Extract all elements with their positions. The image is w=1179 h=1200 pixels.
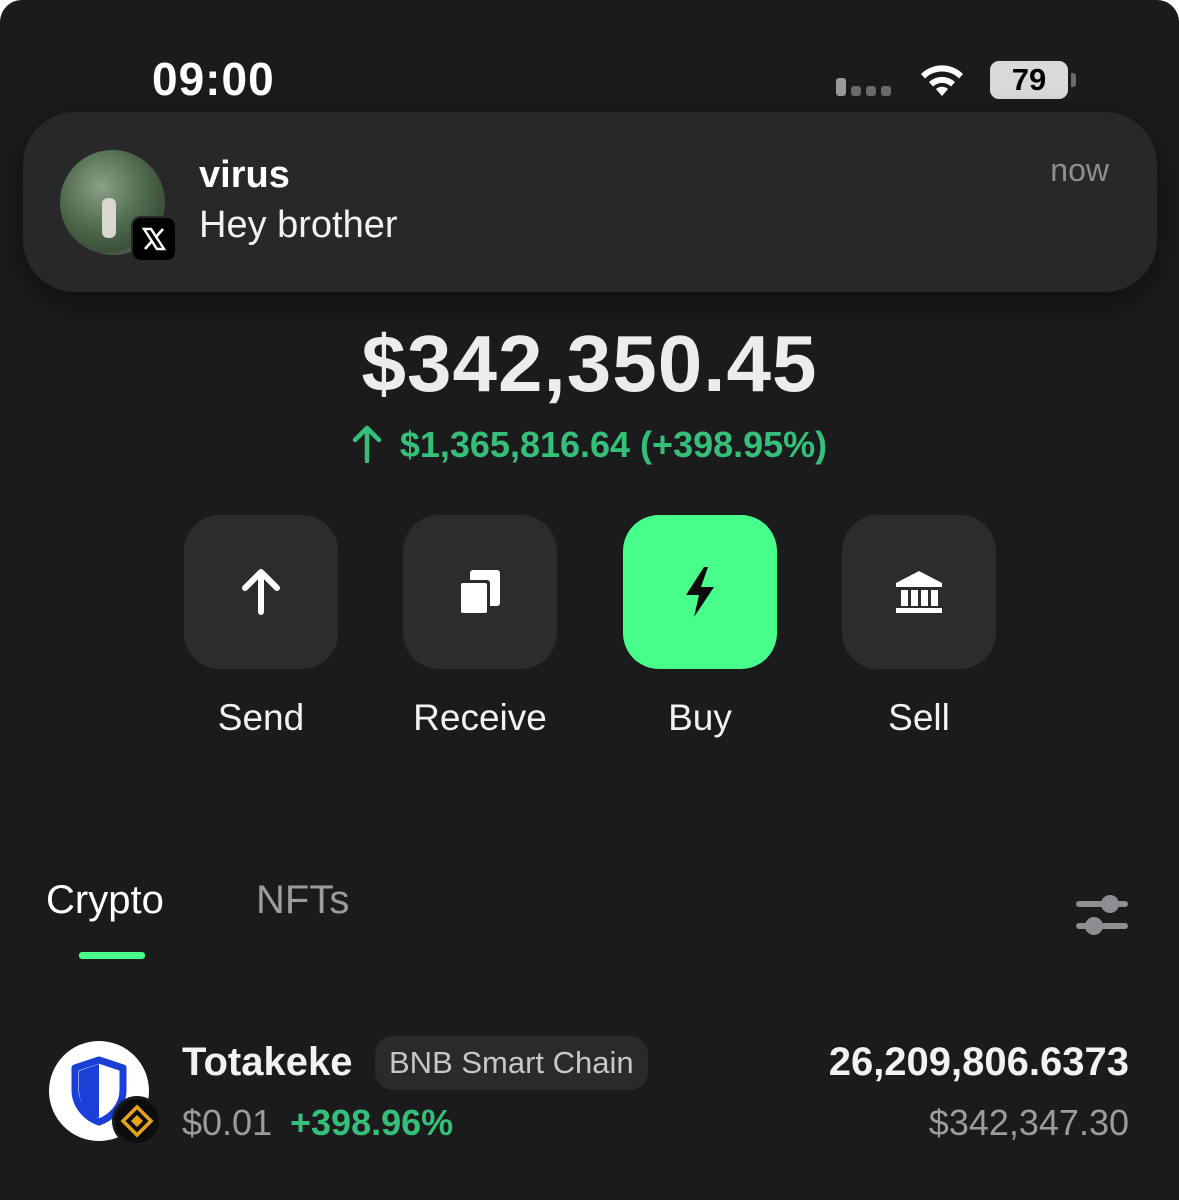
balance-change-value: $1,365,816.64 (+398.95%) bbox=[399, 424, 828, 465]
asset-change: +398.96% bbox=[290, 1102, 454, 1143]
sell-label: Sell bbox=[888, 697, 950, 738]
asset-price: $0.01 bbox=[182, 1102, 273, 1143]
battery-icon: 79 bbox=[990, 61, 1076, 99]
wallet-screen: 09:00 79 virus Hey brother now $342,350.… bbox=[0, 0, 1179, 1200]
bnb-chain-icon bbox=[112, 1096, 162, 1146]
cellular-signal-icon bbox=[836, 78, 891, 96]
send-action[interactable]: Send bbox=[184, 515, 338, 739]
bank-icon bbox=[896, 571, 942, 613]
notification-message: Hey brother bbox=[199, 204, 398, 246]
buy-action[interactable]: Buy bbox=[623, 515, 777, 739]
notification-time: now bbox=[1050, 152, 1109, 188]
wifi-icon bbox=[916, 60, 968, 105]
sell-button[interactable] bbox=[842, 515, 996, 669]
tab-nfts[interactable]: NFTs bbox=[256, 878, 349, 923]
buy-label: Buy bbox=[668, 697, 732, 738]
arrow-up-icon bbox=[242, 569, 280, 615]
lightning-icon bbox=[686, 567, 714, 617]
receive-action[interactable]: Receive bbox=[403, 515, 557, 739]
sliders-icon[interactable] bbox=[1076, 892, 1128, 943]
active-tab-indicator bbox=[79, 952, 145, 959]
asset-name: Totakeke bbox=[182, 1040, 353, 1084]
send-label: Send bbox=[217, 697, 305, 738]
asset-value: $342,347.30 bbox=[928, 1102, 1129, 1143]
receive-label: Receive bbox=[413, 697, 547, 738]
tab-crypto[interactable]: Crypto bbox=[46, 878, 164, 923]
send-button[interactable] bbox=[184, 515, 338, 669]
arrow-up-icon bbox=[352, 425, 382, 472]
status-time: 09:00 bbox=[152, 53, 275, 105]
x-logo-icon bbox=[131, 216, 177, 262]
sell-action[interactable]: Sell bbox=[842, 515, 996, 739]
notification-banner[interactable]: virus Hey brother now bbox=[23, 112, 1157, 292]
receive-button[interactable] bbox=[403, 515, 557, 669]
copy-icon bbox=[458, 570, 500, 614]
buy-button[interactable] bbox=[623, 515, 777, 669]
chain-tag: BNB Smart Chain bbox=[375, 1036, 648, 1090]
notification-sender: virus bbox=[199, 154, 290, 196]
asset-quantity: 26,209,806.6373 bbox=[828, 1040, 1129, 1084]
balance-change: $1,365,816.64 (+398.95%) bbox=[0, 424, 1179, 472]
total-balance: $342,350.45 bbox=[361, 319, 818, 408]
